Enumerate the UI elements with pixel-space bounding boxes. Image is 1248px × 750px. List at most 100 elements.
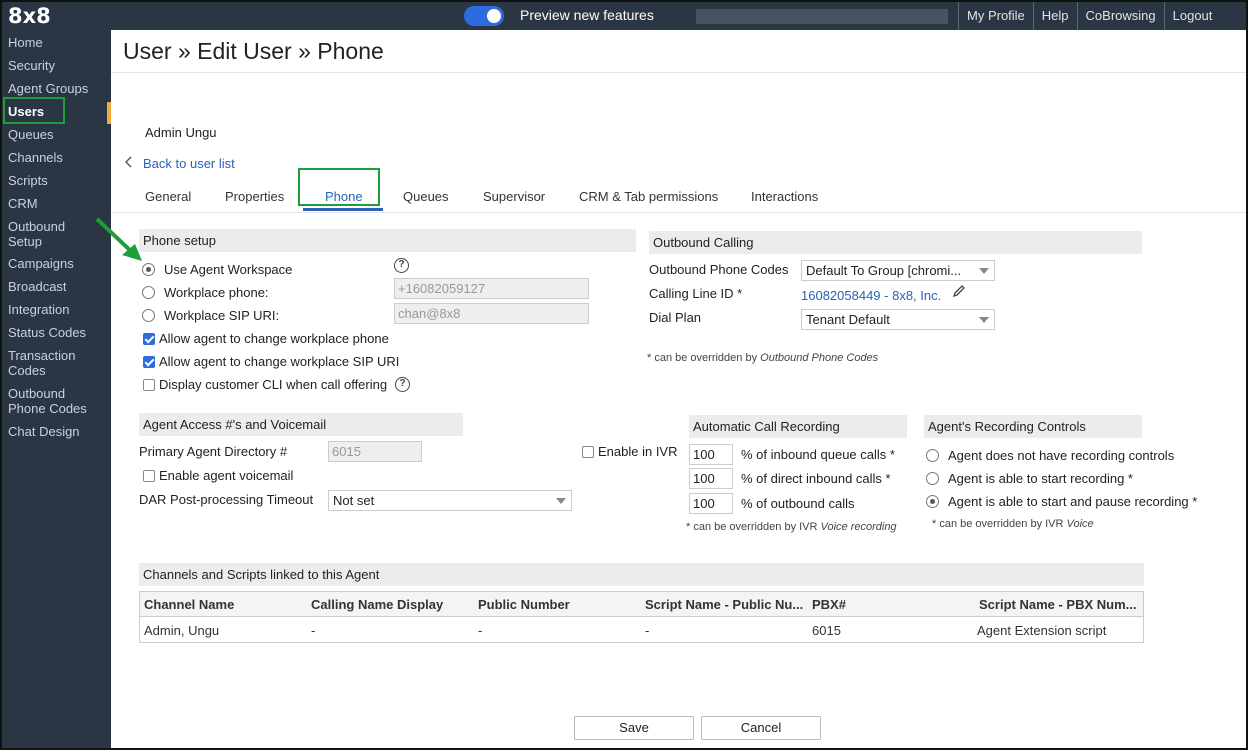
tab-crm-tab-permissions[interactable]: CRM & Tab permissions bbox=[579, 189, 718, 204]
display-cli-option[interactable]: Display customer CLI when call offering … bbox=[143, 377, 411, 392]
allow-change-phone-option[interactable]: Allow agent to change workplace phone bbox=[143, 331, 389, 346]
workplace-sip-radio[interactable] bbox=[142, 309, 155, 322]
cell-pbx: 6015 bbox=[812, 623, 841, 638]
top-bar: 8x8 Preview new features My Profile Help… bbox=[2, 2, 1246, 30]
tab-interactions[interactable]: Interactions bbox=[751, 189, 818, 204]
display-cli-label: Display customer CLI when call offering bbox=[159, 377, 388, 392]
cancel-button[interactable]: Cancel bbox=[701, 716, 821, 740]
start-pause-recording-label: Agent is able to start and pause recordi… bbox=[948, 494, 1198, 509]
logout-link[interactable]: Logout bbox=[1163, 2, 1221, 30]
workplace-phone-input[interactable]: +16082059127 bbox=[394, 278, 589, 299]
direct-inbound-percent-input[interactable]: 100 bbox=[689, 468, 733, 489]
sidebar-item-transaction-codes[interactable]: Transaction Codes bbox=[8, 348, 88, 378]
col-channel-name[interactable]: Channel Name bbox=[144, 597, 234, 612]
direct-inbound-percent-label: % of direct inbound calls * bbox=[741, 471, 891, 486]
recording-note-italic: Voice recording bbox=[820, 521, 897, 533]
cell-channel-name: Admin, Ungu bbox=[144, 623, 220, 638]
preview-toggle[interactable] bbox=[464, 6, 504, 26]
col-public-number[interactable]: Public Number bbox=[478, 597, 570, 612]
sidebar-item-security[interactable]: Security bbox=[8, 58, 108, 73]
enable-voicemail-option[interactable]: Enable agent voicemail bbox=[143, 468, 293, 483]
enable-ivr-checkbox[interactable] bbox=[582, 445, 594, 458]
tab-general[interactable]: General bbox=[145, 189, 191, 204]
display-cli-checkbox[interactable] bbox=[143, 378, 155, 391]
use-agent-workspace-option[interactable]: Use Agent Workspace bbox=[142, 262, 292, 277]
dial-plan-select[interactable]: Tenant Default bbox=[801, 309, 995, 330]
workplace-sip-option[interactable]: Workplace SIP URI: bbox=[142, 308, 279, 323]
start-pause-recording-option[interactable]: Agent is able to start and pause recordi… bbox=[926, 494, 1197, 509]
auto-recording-header: Automatic Call Recording bbox=[689, 415, 907, 438]
active-tab-highlight bbox=[298, 168, 380, 206]
sidebar-item-integration[interactable]: Integration bbox=[8, 302, 108, 317]
help-icon[interactable]: ? bbox=[395, 377, 411, 392]
channels-table: Channel Name Calling Name Display Public… bbox=[139, 591, 1144, 643]
cell-script-name-pbx: Agent Extension script bbox=[977, 623, 1107, 638]
primary-directory-label: Primary Agent Directory # bbox=[139, 444, 288, 459]
my-profile-link[interactable]: My Profile bbox=[958, 2, 1033, 30]
tab-properties[interactable]: Properties bbox=[225, 189, 284, 204]
save-button[interactable]: Save bbox=[574, 716, 694, 740]
primary-directory-input[interactable]: 6015 bbox=[328, 441, 422, 462]
sidebar-item-agent-groups[interactable]: Agent Groups bbox=[8, 81, 108, 96]
back-link[interactable]: Back to user list bbox=[124, 156, 235, 171]
top-links: My Profile Help CoBrowsing Logout bbox=[958, 2, 1220, 30]
chevron-left-icon bbox=[124, 156, 133, 171]
dar-timeout-select[interactable]: Not set bbox=[328, 490, 572, 511]
dial-plan-value: Tenant Default bbox=[806, 312, 890, 327]
sidebar-item-scripts[interactable]: Scripts bbox=[8, 173, 108, 188]
recording-note-text: * can be overridden by IVR bbox=[686, 521, 818, 533]
help-link[interactable]: Help bbox=[1032, 2, 1077, 30]
workplace-phone-option[interactable]: Workplace phone: bbox=[142, 285, 269, 300]
pencil-icon[interactable] bbox=[952, 284, 966, 301]
calling-line-id-link[interactable]: 16082058449 - 8x8, Inc. bbox=[801, 288, 941, 303]
sidebar: Home Security Agent Groups Users Queues … bbox=[2, 30, 111, 748]
sidebar-item-queues[interactable]: Queues bbox=[8, 127, 108, 142]
tab-supervisor[interactable]: Supervisor bbox=[483, 189, 545, 204]
outbound-percent-label: % of outbound calls bbox=[741, 496, 855, 511]
allow-change-sip-checkbox[interactable] bbox=[143, 355, 155, 368]
workplace-phone-radio[interactable] bbox=[142, 286, 155, 299]
no-recording-controls-radio[interactable] bbox=[926, 449, 939, 462]
cell-public-number: - bbox=[478, 623, 483, 638]
outbound-note-text: * can be overridden by bbox=[647, 352, 758, 364]
no-recording-controls-option[interactable]: Agent does not have recording controls bbox=[926, 448, 1174, 463]
sidebar-item-outbound-phone-codes[interactable]: Outbound Phone Codes bbox=[8, 386, 96, 416]
col-script-name-public[interactable]: Script Name - Public Nu... bbox=[645, 597, 803, 612]
sidebar-item-crm[interactable]: CRM bbox=[8, 196, 108, 211]
controls-note: * can be overridden by IVR Voice bbox=[932, 518, 1094, 530]
outbound-phone-codes-label: Outbound Phone Codes bbox=[649, 262, 789, 277]
sidebar-item-home[interactable]: Home bbox=[8, 35, 108, 50]
active-tab-underline bbox=[303, 208, 383, 211]
inbound-queue-percent-label: % of inbound queue calls * bbox=[741, 447, 895, 462]
cell-calling-name-display: - bbox=[311, 623, 316, 638]
use-agent-workspace-radio[interactable] bbox=[142, 263, 155, 276]
col-calling-name-display[interactable]: Calling Name Display bbox=[311, 597, 443, 612]
outbound-calling-header: Outbound Calling bbox=[649, 231, 1142, 254]
tab-queues[interactable]: Queues bbox=[403, 189, 449, 204]
sidebar-item-outbound-setup[interactable]: Outbound Setup bbox=[8, 219, 78, 249]
sidebar-item-channels[interactable]: Channels bbox=[8, 150, 108, 165]
sidebar-item-chat-design[interactable]: Chat Design bbox=[8, 424, 108, 439]
col-pbx[interactable]: PBX# bbox=[812, 597, 846, 612]
sidebar-item-broadcast[interactable]: Broadcast bbox=[8, 279, 108, 294]
inbound-queue-percent-input[interactable]: 100 bbox=[689, 444, 733, 465]
outbound-note: * can be overridden by Outbound Phone Co… bbox=[647, 352, 878, 364]
workplace-sip-input[interactable]: chan@8x8 bbox=[394, 303, 589, 324]
allow-change-sip-option[interactable]: Allow agent to change workplace SIP URI bbox=[143, 354, 399, 369]
enable-voicemail-checkbox[interactable] bbox=[143, 469, 155, 482]
page-title: User » Edit User » Phone bbox=[123, 38, 384, 64]
start-recording-radio[interactable] bbox=[926, 472, 939, 485]
start-pause-recording-radio[interactable] bbox=[926, 495, 939, 508]
workplace-sip-label: Workplace SIP URI: bbox=[164, 308, 280, 323]
start-recording-option[interactable]: Agent is able to start recording * bbox=[926, 471, 1133, 486]
cobrowsing-link[interactable]: CoBrowsing bbox=[1076, 2, 1164, 30]
col-script-name-pbx[interactable]: Script Name - PBX Num... bbox=[979, 597, 1136, 612]
outbound-phone-codes-select[interactable]: Default To Group [chromi... bbox=[801, 260, 995, 281]
outbound-percent-input[interactable]: 100 bbox=[689, 493, 733, 514]
enable-ivr-option[interactable]: Enable in IVR bbox=[582, 444, 678, 459]
allow-change-phone-checkbox[interactable] bbox=[143, 332, 155, 345]
sidebar-item-status-codes[interactable]: Status Codes bbox=[8, 325, 108, 340]
no-recording-controls-label: Agent does not have recording controls bbox=[948, 448, 1175, 463]
help-icon[interactable]: ? bbox=[394, 258, 409, 273]
start-recording-label: Agent is able to start recording * bbox=[948, 471, 1133, 486]
